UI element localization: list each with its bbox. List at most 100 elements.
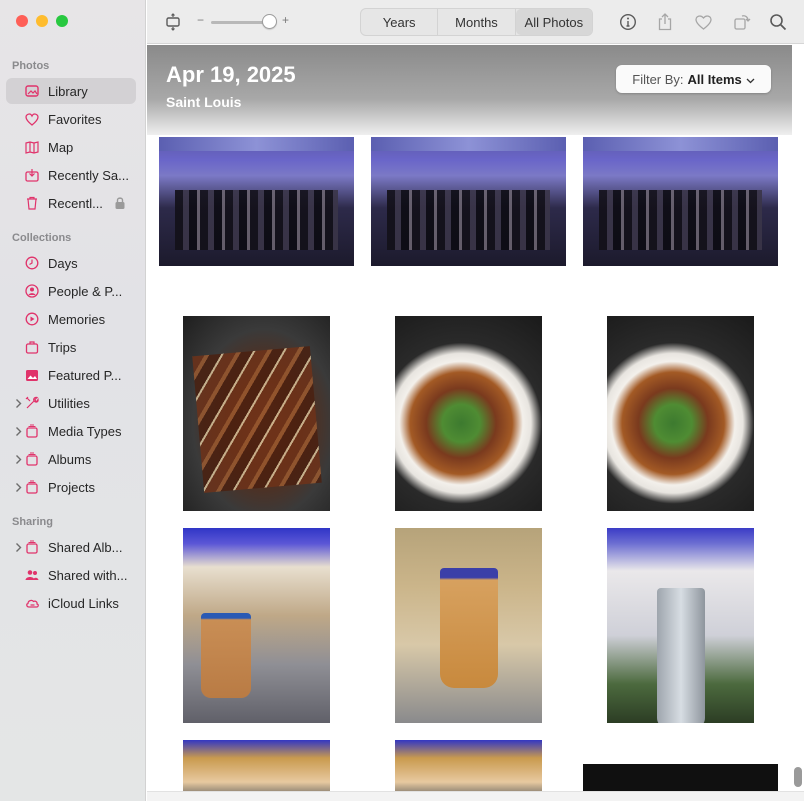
view-segmented-control: Years Months All Photos xyxy=(360,8,593,36)
sidebar-item-label: Projects xyxy=(48,479,95,495)
sidebar-section-photos: Photos xyxy=(12,60,50,72)
sidebar-item-map[interactable]: Map xyxy=(6,134,136,160)
photo-grid: Apr 19, 2025 Saint Louis Filter By: All … xyxy=(147,45,804,791)
project-stack-icon xyxy=(24,479,40,495)
sidebar-item-label: Featured P... xyxy=(48,367,122,383)
date-title: Apr 19, 2025 xyxy=(166,62,296,87)
sidebar-item-label: Recentl... xyxy=(48,195,103,211)
sidebar-section-collections: Collections xyxy=(12,232,72,244)
segment-months[interactable]: Months xyxy=(438,9,516,35)
filter-label: Filter By: xyxy=(632,71,684,87)
aspect-toggle-icon[interactable] xyxy=(162,11,184,33)
tools-icon xyxy=(24,395,40,411)
photo-thumbnail[interactable] xyxy=(583,137,778,266)
sidebar-item-label: Utilities xyxy=(48,395,90,411)
chevron-right-icon[interactable] xyxy=(15,481,22,492)
chevron-right-icon[interactable] xyxy=(15,425,22,436)
photo-thumbnail[interactable] xyxy=(607,528,754,723)
suitcase-icon xyxy=(24,339,40,355)
icloud-link-icon xyxy=(24,595,40,611)
sidebar-item-trips[interactable]: Trips xyxy=(6,334,136,360)
rotate-icon[interactable] xyxy=(731,11,753,33)
photo-thumbnail[interactable] xyxy=(583,764,778,791)
date-section-header: Apr 19, 2025 Saint Louis Filter By: All … xyxy=(147,45,792,135)
location-label[interactable]: Saint Louis xyxy=(166,94,241,110)
sidebar-item-library[interactable]: Library xyxy=(6,78,136,104)
sidebar-item-label: Library xyxy=(48,83,88,99)
photo-thumbnail[interactable] xyxy=(371,137,566,266)
horizontal-scrollbar[interactable] xyxy=(147,791,804,801)
recently-saved-icon xyxy=(24,167,40,183)
photo-library-icon xyxy=(24,83,40,99)
sidebar-item-recently-saved[interactable]: Recently Sa... xyxy=(6,162,136,188)
sidebar-item-icloud-links[interactable]: iCloud Links xyxy=(6,590,136,616)
sidebar-item-label: iCloud Links xyxy=(48,595,119,611)
chevron-right-icon[interactable] xyxy=(15,453,22,464)
zoom-window-button[interactable] xyxy=(56,15,68,27)
memories-icon xyxy=(24,311,40,327)
shared-album-icon xyxy=(24,539,40,555)
sidebar-item-favorites[interactable]: Favorites xyxy=(6,106,136,132)
lock-icon xyxy=(114,196,126,210)
zoom-in-label: + xyxy=(282,13,290,27)
sidebar-item-days[interactable]: Days xyxy=(6,250,136,276)
photo-thumbnail[interactable] xyxy=(159,137,354,266)
sidebar-item-shared-albums[interactable]: Shared Alb... xyxy=(6,534,136,560)
share-icon[interactable] xyxy=(654,11,676,33)
sidebar-item-label: Media Types xyxy=(48,423,122,439)
sidebar-section-sharing: Sharing xyxy=(12,516,53,528)
photo-thumbnail[interactable] xyxy=(395,740,542,791)
heart-icon[interactable] xyxy=(692,11,714,33)
sidebar: Photos Library Favorites Map Recently Sa… xyxy=(0,0,146,801)
photo-thumbnail[interactable] xyxy=(183,740,330,791)
toolbar: − + Years Months All Photos xyxy=(147,0,804,44)
trash-icon xyxy=(24,195,40,211)
album-stack-icon xyxy=(24,451,40,467)
sidebar-item-label: People & P... xyxy=(48,283,123,299)
featured-photo-icon xyxy=(24,367,40,383)
photo-thumbnail[interactable] xyxy=(183,316,330,511)
sidebar-item-label: Map xyxy=(48,139,74,155)
map-icon xyxy=(24,139,40,155)
photo-thumbnail[interactable] xyxy=(395,528,542,723)
photo-thumbnail[interactable] xyxy=(607,316,754,511)
sidebar-item-albums[interactable]: Albums xyxy=(6,446,136,472)
chevron-right-icon[interactable] xyxy=(15,397,22,408)
sidebar-item-recently-deleted[interactable]: Recentl... xyxy=(6,190,136,216)
chevron-right-icon[interactable] xyxy=(15,541,22,552)
sidebar-item-shared-with-you[interactable]: Shared with... xyxy=(6,562,136,588)
clock-icon xyxy=(24,255,40,271)
filter-value: All Items xyxy=(687,71,742,87)
sidebar-item-utilities[interactable]: Utilities xyxy=(6,390,136,416)
sidebar-item-label: Albums xyxy=(48,451,92,467)
sidebar-item-label: Memories xyxy=(48,311,106,327)
sidebar-item-label: Shared Alb... xyxy=(48,539,123,555)
sidebar-item-label: Recently Sa... xyxy=(48,167,129,183)
photo-thumbnail[interactable] xyxy=(395,316,542,511)
close-window-button[interactable] xyxy=(16,15,28,27)
search-icon[interactable] xyxy=(767,11,789,33)
zoom-slider-knob[interactable] xyxy=(262,14,277,29)
sidebar-item-projects[interactable]: Projects xyxy=(6,474,136,500)
minimize-window-button[interactable] xyxy=(36,15,48,27)
sidebar-item-featured[interactable]: Featured P... xyxy=(6,362,136,388)
sidebar-item-media-types[interactable]: Media Types xyxy=(6,418,136,444)
shared-with-you-icon xyxy=(24,567,40,583)
segment-years[interactable]: Years xyxy=(361,9,439,35)
sidebar-item-label: Trips xyxy=(48,339,77,355)
person-icon xyxy=(24,283,40,299)
sidebar-item-memories[interactable]: Memories xyxy=(6,306,136,332)
stack-icon xyxy=(24,423,40,439)
photo-thumbnail[interactable] xyxy=(183,528,330,723)
filter-by-button[interactable]: Filter By: All Items xyxy=(616,65,771,93)
sidebar-item-people[interactable]: People & P... xyxy=(6,278,136,304)
vertical-scrollbar-thumb[interactable] xyxy=(794,767,802,787)
sidebar-item-label: Favorites xyxy=(48,111,102,127)
heart-icon xyxy=(24,111,40,127)
zoom-out-label: − xyxy=(197,13,205,27)
sidebar-item-label: Days xyxy=(48,255,78,271)
segment-all-photos[interactable]: All Photos xyxy=(515,9,592,35)
chevron-down-icon xyxy=(746,72,755,87)
sidebar-item-label: Shared with... xyxy=(48,567,128,583)
info-icon[interactable] xyxy=(617,11,639,33)
